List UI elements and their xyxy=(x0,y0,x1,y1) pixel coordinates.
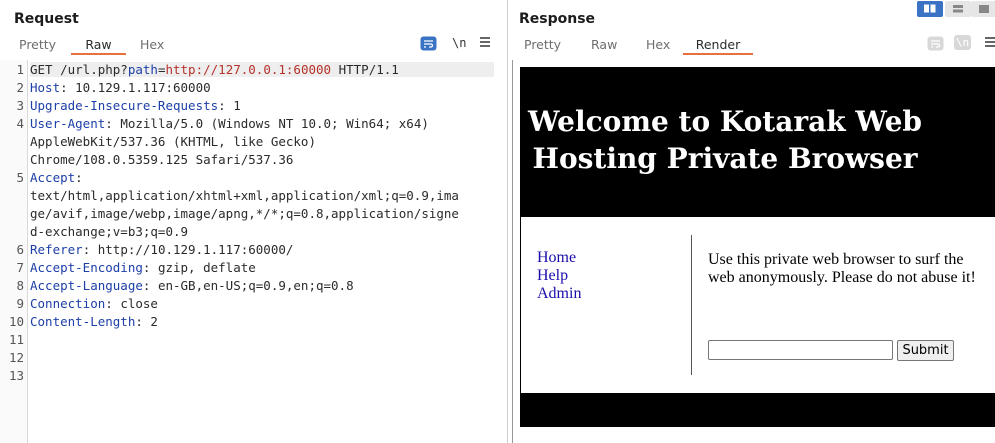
line-number: 6 xyxy=(16,242,24,257)
line-number: 8 xyxy=(16,278,24,293)
header-accept-language: Accept-Language: en-GB,en-US;q=0.9,en;q=… xyxy=(30,278,354,293)
tab-pretty[interactable]: Pretty xyxy=(19,37,56,55)
line-number: 10 xyxy=(8,314,24,329)
render-view: Welcome to Kotarak Web Hosting Private B… xyxy=(512,60,995,443)
url-input[interactable] xyxy=(708,340,893,360)
header-value: : http://10.129.1.117:60000/ xyxy=(82,242,294,257)
submit-button[interactable]: Submit xyxy=(897,340,954,361)
line-number: 1 xyxy=(16,62,24,77)
nav-link-admin[interactable]: Admin xyxy=(537,285,581,303)
tab-raw[interactable]: Raw xyxy=(71,37,126,55)
line-number: 4 xyxy=(16,116,24,131)
request-line: GET /url.php?path=http://127.0.0.1:60000… xyxy=(30,62,494,77)
header-value: : 1 xyxy=(218,98,241,113)
line-number: 7 xyxy=(16,260,24,275)
request-method-path: GET /url.php? xyxy=(30,62,128,77)
hamburger-menu-icon[interactable] xyxy=(479,35,491,52)
response-tabs: Pretty Raw Hex Render xyxy=(508,37,808,55)
request-tabs: Pretty Raw Hex xyxy=(0,37,200,55)
header-value: : Mozilla/5.0 (Windows NT 10.0; Win64; x… xyxy=(105,116,429,131)
request-editor[interactable]: 1 2 3 4 5 6 7 8 9 10 11 12 13 GET /url.p… xyxy=(0,60,500,443)
tab-pretty[interactable]: Pretty xyxy=(524,37,561,55)
response-pane: Response Pretty Raw Hex Render \n Welcom… xyxy=(508,0,995,443)
header-value: : 10.129.1.117:60000 xyxy=(60,80,211,95)
newline-toggle[interactable]: \n xyxy=(452,36,466,50)
page-description: Use this private web browser to surf the… xyxy=(708,251,976,286)
split-horizontal-icon[interactable] xyxy=(945,1,971,17)
header-name: Accept xyxy=(30,170,76,185)
header-name: Accept-Language xyxy=(30,278,143,293)
http-protocol: HTTP/1.1 xyxy=(331,62,399,77)
header-continuation: text/html,application/xhtml+xml,applicat… xyxy=(30,188,459,203)
header-value: : xyxy=(75,170,83,185)
line-number: 11 xyxy=(8,332,24,347)
header-continuation: d-exchange;v=b3;q=0.9 xyxy=(30,224,189,239)
query-param-value: http://127.0.0.1:60000 xyxy=(165,62,332,77)
header-value: : 2 xyxy=(135,314,158,329)
page-nav: Home Help Admin xyxy=(537,249,581,303)
header-content-length: Content-Length: 2 xyxy=(30,314,158,329)
request-title: Request xyxy=(14,11,79,27)
column-divider xyxy=(691,235,692,375)
header-value: : gzip, deflate xyxy=(142,260,256,275)
rendered-page: Welcome to Kotarak Web Hosting Private B… xyxy=(520,67,995,427)
tab-render[interactable]: Render xyxy=(683,37,753,55)
header-value: : close xyxy=(105,296,158,311)
wrap-lines-icon[interactable] xyxy=(420,36,437,54)
header-name: Content-Length xyxy=(30,314,136,329)
header-name: User-Agent xyxy=(30,116,106,131)
header-accept-encoding: Accept-Encoding: gzip, deflate xyxy=(30,260,256,275)
line-number: 13 xyxy=(8,368,24,383)
tab-raw[interactable]: Raw xyxy=(591,37,617,55)
header-upgrade-insecure: Upgrade-Insecure-Requests: 1 xyxy=(30,98,241,113)
page-heading: Welcome to Kotarak Web Hosting Private B… xyxy=(528,105,922,175)
line-number: 5 xyxy=(16,170,24,185)
nav-link-home[interactable]: Home xyxy=(537,249,581,267)
split-vertical-icon[interactable] xyxy=(917,1,943,17)
burp-repeater: Request Pretty Raw Hex \n 1 2 3 4 5 6 7 … xyxy=(0,0,995,443)
nav-link-help[interactable]: Help xyxy=(537,267,581,285)
header-name: Referer xyxy=(30,242,83,257)
header-referer: Referer: http://10.129.1.117:60000/ xyxy=(30,242,293,257)
query-param-name: path xyxy=(127,62,158,77)
wrap-lines-icon[interactable] xyxy=(927,36,944,54)
header-connection: Connection: close xyxy=(30,296,158,311)
line-number: 12 xyxy=(8,350,24,365)
line-number: 9 xyxy=(16,296,24,311)
header-name: Accept-Encoding xyxy=(30,260,143,275)
newline-toggle[interactable]: \n xyxy=(954,35,971,50)
page-body: Home Help Admin Use this private web bro… xyxy=(521,217,995,393)
tab-hex[interactable]: Hex xyxy=(646,37,670,55)
header-name: Host xyxy=(30,80,61,95)
header-name: Connection xyxy=(30,296,106,311)
layout-toggle-group xyxy=(917,1,995,17)
tab-hex[interactable]: Hex xyxy=(140,37,164,55)
response-title: Response xyxy=(519,11,596,27)
single-pane-icon[interactable] xyxy=(971,1,995,17)
header-user-agent: User-Agent: Mozilla/5.0 (Windows NT 10.0… xyxy=(30,116,429,131)
header-continuation: AppleWebKit/537.36 (KHTML, like Gecko) xyxy=(30,134,316,149)
header-continuation: ge/avif,image/webp,image/apng,*/*;q=0.8,… xyxy=(30,206,459,221)
header-accept: Accept: xyxy=(30,170,83,185)
header-host: Host: 10.129.1.117:60000 xyxy=(30,80,211,95)
header-value: : en-GB,en-US;q=0.9,en;q=0.8 xyxy=(142,278,354,293)
header-name: Upgrade-Insecure-Requests xyxy=(30,98,219,113)
header-continuation: Chrome/108.0.5359.125 Safari/537.36 xyxy=(30,152,294,167)
request-pane: Request Pretty Raw Hex \n 1 2 3 4 5 6 7 … xyxy=(0,0,507,443)
line-number: 3 xyxy=(16,98,24,113)
hamburger-menu-icon[interactable] xyxy=(985,35,995,52)
line-number: 2 xyxy=(16,80,24,95)
